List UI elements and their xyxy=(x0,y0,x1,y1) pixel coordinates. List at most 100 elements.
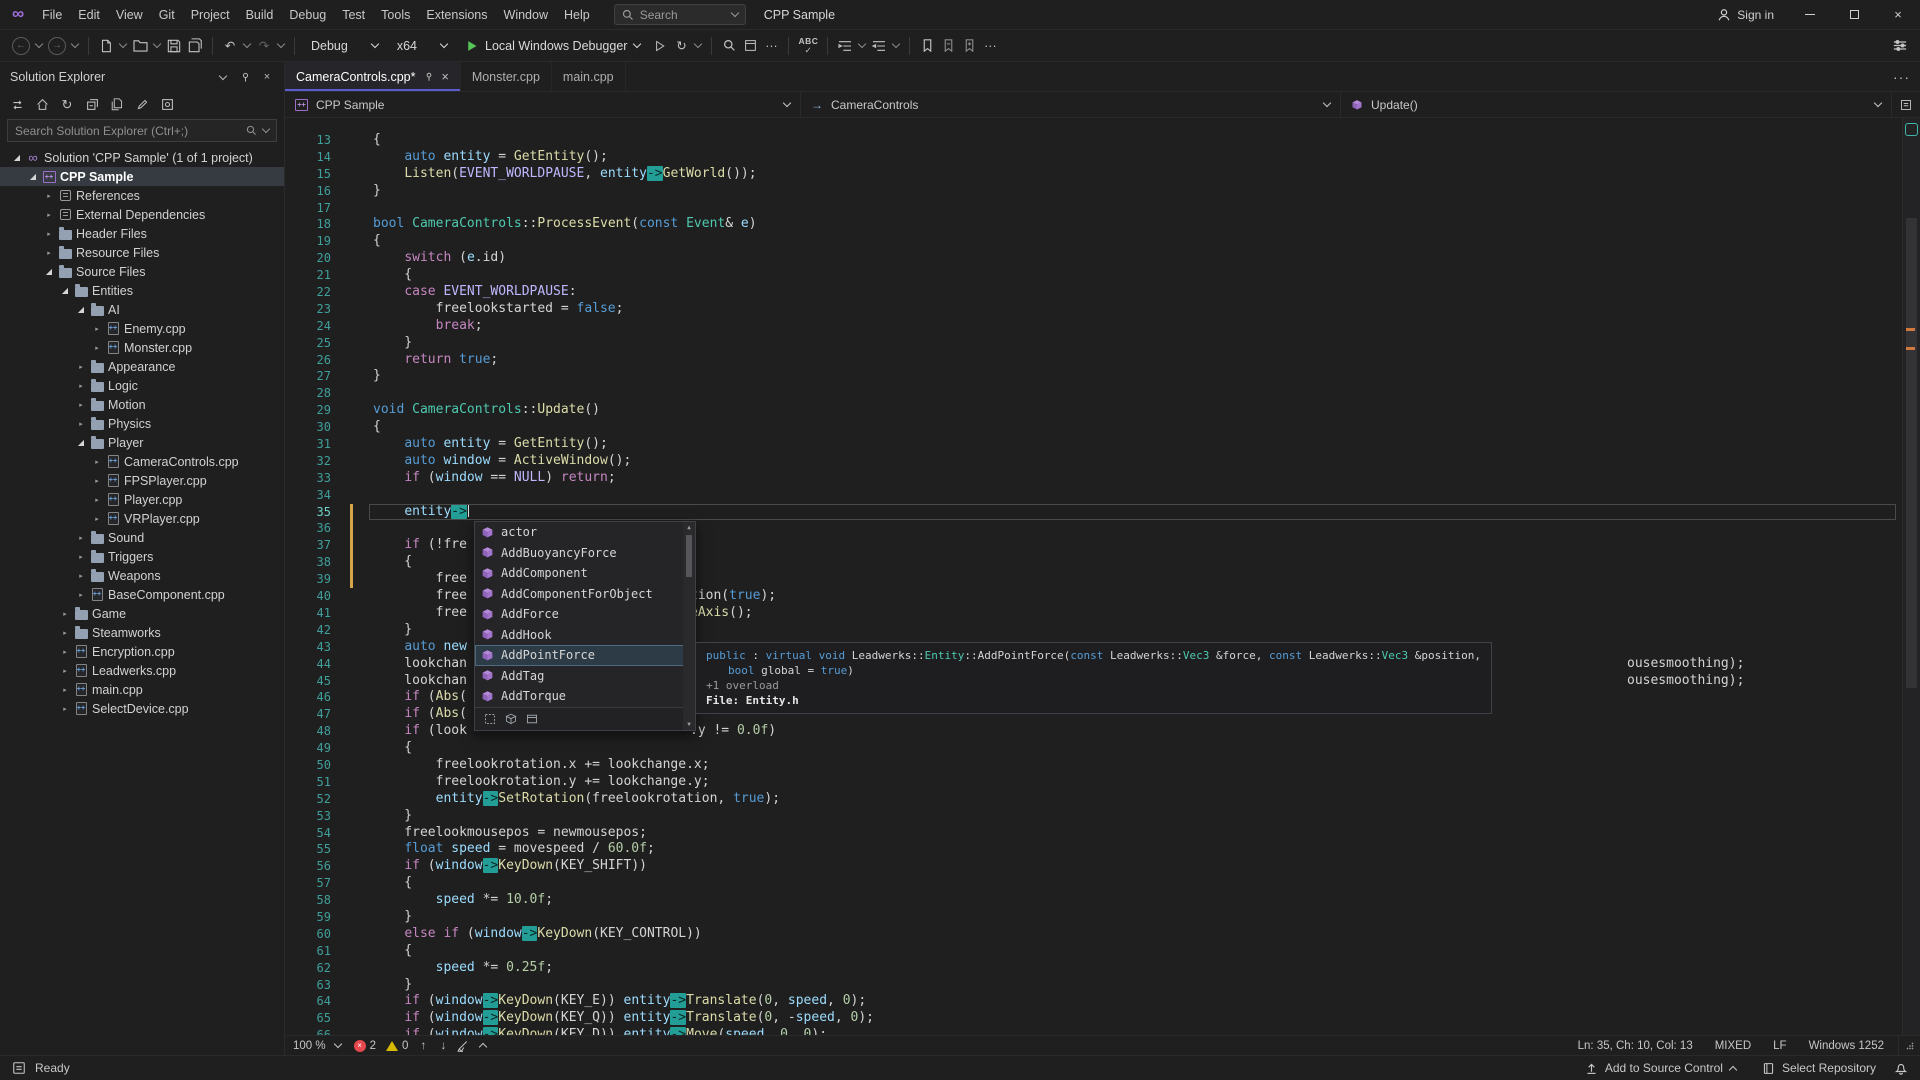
collapsed-arrow-icon[interactable]: ▸ xyxy=(58,629,72,637)
zoom-dropdown[interactable]: 100 % xyxy=(293,1040,349,1052)
open-file-button[interactable] xyxy=(130,34,150,58)
collapse-all-button[interactable] xyxy=(81,95,103,115)
menu-project[interactable]: Project xyxy=(183,4,238,26)
code-line[interactable]: 61 { xyxy=(285,943,1920,960)
completion-item[interactable]: AddComponentForObject xyxy=(475,584,695,605)
global-search-box[interactable]: Search xyxy=(614,4,746,25)
code-line[interactable]: 20 switch (e.id) xyxy=(285,250,1920,267)
expanded-arrow-icon[interactable]: ◢ xyxy=(10,153,24,162)
completion-item[interactable]: AddComponent xyxy=(475,563,695,584)
collapsed-arrow-icon[interactable]: ▸ xyxy=(90,477,104,485)
redo-dropdown[interactable] xyxy=(275,34,287,58)
add-to-source-control-button[interactable]: Add to Source Control xyxy=(1577,1061,1744,1075)
menu-build[interactable]: Build xyxy=(238,4,282,26)
sync-with-active-button[interactable] xyxy=(156,95,178,115)
tree-item[interactable]: ◢AI xyxy=(0,300,284,319)
home-button[interactable] xyxy=(31,95,53,115)
code-line[interactable]: 24 break; xyxy=(285,318,1920,335)
code-line[interactable]: 35 entity-> xyxy=(285,504,1920,521)
indent-lines-button[interactable] xyxy=(835,34,855,58)
undo-button[interactable]: ↶ xyxy=(220,34,240,58)
collapsed-arrow-icon[interactable]: ▸ xyxy=(58,667,72,675)
show-all-files-button[interactable] xyxy=(106,95,128,115)
tree-item[interactable]: ▸++BaseComponent.cpp xyxy=(0,585,284,604)
code-line[interactable]: 62 speed *= 0.25f; xyxy=(285,960,1920,977)
editor-vertical-scrollbar[interactable] xyxy=(1902,118,1920,1035)
menu-view[interactable]: View xyxy=(108,4,151,26)
open-file-dropdown[interactable] xyxy=(151,34,163,58)
collapsed-arrow-icon[interactable]: ▸ xyxy=(90,515,104,523)
collapsed-arrow-icon[interactable]: ▸ xyxy=(74,401,88,409)
warning-count-button[interactable]: 0 xyxy=(381,1040,413,1052)
tree-item[interactable]: ▸Triggers xyxy=(0,547,284,566)
tree-item[interactable]: ◢∞Solution 'CPP Sample' (1 of 1 project) xyxy=(0,148,284,167)
collapsed-arrow-icon[interactable]: ▸ xyxy=(74,363,88,371)
solution-search-input[interactable]: Search Solution Explorer (Ctrl+;) xyxy=(7,119,277,142)
menu-test[interactable]: Test xyxy=(334,4,373,26)
code-line[interactable]: 32 auto window = ActiveWindow(); xyxy=(285,453,1920,470)
collapsed-arrow-icon[interactable]: ▸ xyxy=(58,686,72,694)
toolbar-customize-button[interactable] xyxy=(1890,34,1910,58)
properties-button[interactable] xyxy=(131,95,153,115)
close-tab-icon[interactable]: × xyxy=(442,70,449,84)
menu-tools[interactable]: Tools xyxy=(373,4,418,26)
toolbar-overflow-button[interactable]: ··· xyxy=(980,34,1000,58)
completion-filter-snippets-icon[interactable] xyxy=(526,713,538,725)
code-line[interactable]: 56 if (window->KeyDown(KEY_SHIFT)) xyxy=(285,858,1920,875)
tab-monster-cpp[interactable]: Monster.cpp xyxy=(461,62,552,91)
tree-item[interactable]: ▸Physics xyxy=(0,414,284,433)
collapsed-arrow-icon[interactable]: ▸ xyxy=(90,325,104,333)
tree-item[interactable]: ▸References xyxy=(0,186,284,205)
navigate-back-button[interactable]: ← xyxy=(10,34,32,58)
code-line[interactable]: 33 if (window == NULL) return; xyxy=(285,470,1920,487)
code-line[interactable]: 60 else if (window->KeyDown(KEY_CONTROL)… xyxy=(285,926,1920,943)
completion-filter-expander-icon[interactable] xyxy=(484,713,496,725)
completion-scrollbar[interactable]: ▲ ▼ xyxy=(683,522,695,730)
code-editor[interactable]: 13{14 auto entity = GetEntity();15 Liste… xyxy=(285,118,1920,1035)
start-without-debugging-button[interactable] xyxy=(650,34,670,58)
encoding[interactable]: Windows 1252 xyxy=(1809,1040,1884,1052)
refresh-button[interactable]: ↻ xyxy=(56,95,78,115)
tree-item[interactable]: ◢++CPP Sample xyxy=(0,167,284,186)
code-line[interactable]: 58 speed *= 10.0f; xyxy=(285,892,1920,909)
code-line[interactable]: 59 } xyxy=(285,909,1920,926)
expanded-arrow-icon[interactable]: ◢ xyxy=(42,267,56,276)
scroll-up-icon[interactable]: ▲ xyxy=(687,524,691,531)
completion-item[interactable]: AddForce xyxy=(475,604,695,625)
find-in-files-button[interactable] xyxy=(719,34,739,58)
completion-item[interactable]: actor xyxy=(475,522,695,543)
minimize-button[interactable] xyxy=(1788,0,1832,29)
collapsed-arrow-icon[interactable]: ▸ xyxy=(42,249,56,257)
code-line[interactable]: 16} xyxy=(285,183,1920,200)
code-line[interactable]: 25 } xyxy=(285,335,1920,352)
collapsed-arrow-icon[interactable]: ▸ xyxy=(42,211,56,219)
expanded-arrow-icon[interactable]: ◢ xyxy=(74,438,88,447)
code-line[interactable]: 50 freelookrotation.x += lookchange.x; xyxy=(285,757,1920,774)
tree-item[interactable]: ▸Header Files xyxy=(0,224,284,243)
tab-list-button[interactable]: ··· xyxy=(1893,69,1910,85)
collapsed-arrow-icon[interactable]: ▸ xyxy=(74,534,88,542)
outdent-lines-button[interactable] xyxy=(869,34,889,58)
pin-tab-icon[interactable] xyxy=(424,72,434,82)
pin-panel-button[interactable] xyxy=(234,66,256,88)
menu-edit[interactable]: Edit xyxy=(70,4,108,26)
tree-item[interactable]: ▸Game xyxy=(0,604,284,623)
tree-item[interactable]: ▸++Player.cpp xyxy=(0,490,284,509)
code-line[interactable]: 57 { xyxy=(285,875,1920,892)
toggle-bookmark-button[interactable] xyxy=(917,34,937,58)
tree-item[interactable]: ▸Weapons xyxy=(0,566,284,585)
tree-item[interactable]: ▸++Encryption.cpp xyxy=(0,642,284,661)
code-line[interactable]: 18bool CameraControls::ProcessEvent(cons… xyxy=(285,216,1920,233)
notifications-bell-button[interactable] xyxy=(1894,1061,1908,1075)
document-outline-button[interactable] xyxy=(1892,92,1920,117)
indent-dropdown[interactable] xyxy=(856,34,868,58)
code-line[interactable]: 30{ xyxy=(285,419,1920,436)
menu-extensions[interactable]: Extensions xyxy=(418,4,495,26)
clear-messages-button[interactable] xyxy=(453,1034,473,1058)
prev-bookmark-button[interactable] xyxy=(938,34,958,58)
tree-item[interactable]: ▸External Dependencies xyxy=(0,205,284,224)
code-line[interactable]: 21 { xyxy=(285,267,1920,284)
error-count-button[interactable]: × 2 xyxy=(349,1040,381,1052)
start-debugging-button[interactable]: Local Windows Debugger xyxy=(457,39,649,53)
tree-item[interactable]: ▸++VRPlayer.cpp xyxy=(0,509,284,528)
